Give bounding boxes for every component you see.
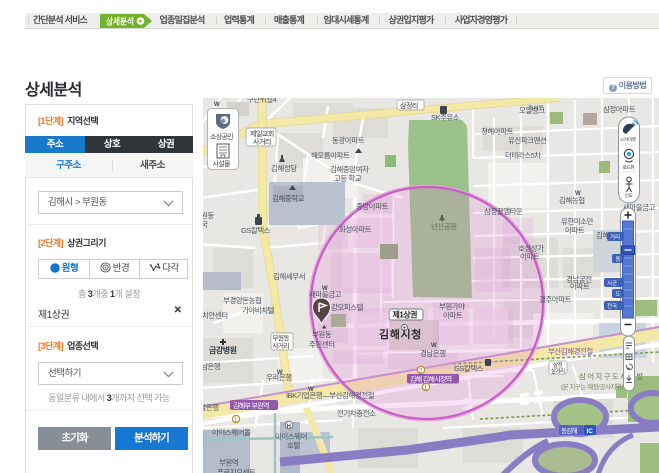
svg-text:W: W [322, 286, 328, 292]
svg-text:전기차충전소: 전기차충전소 [337, 408, 376, 418]
svg-text:H: H [287, 424, 291, 430]
svg-text:GS칼텍스: GS칼텍스 [454, 363, 484, 373]
svg-text:더테라스5차: 더테라스5차 [505, 151, 541, 160]
svg-text:아파트: 아파트 [570, 281, 590, 291]
svg-text:김해농협: 김해농협 [559, 195, 585, 205]
svg-text:푸르지오센트: 푸르지오센트 [217, 467, 256, 473]
svg-text:김해시청: 김해시청 [379, 327, 422, 341]
svg-text:넌산공원: 넌산공원 [431, 221, 457, 231]
svg-text:가야비치텔: 가야비치텔 [242, 305, 275, 315]
svg-text:SK주유소: SK주유소 [431, 113, 460, 122]
svg-text:사거리: 사거리 [273, 341, 290, 350]
svg-text:남은행: 남은행 [203, 361, 221, 371]
svg-text:김해 김해시청역: 김해 김해시청역 [410, 375, 452, 384]
svg-text:경남은행: 경남은행 [203, 402, 219, 412]
svg-text:부산김해경전철: 부산김해경전철 [548, 346, 593, 356]
svg-text:해오름아파트: 해오름아파트 [311, 150, 350, 160]
svg-text:도: 도 [616, 291, 621, 298]
svg-text:W: W [431, 343, 437, 349]
svg-text:주민센터: 주민센터 [309, 339, 335, 349]
svg-text:GS칼텍스: GS칼텍스 [241, 225, 271, 235]
svg-text:치안센터: 치안센터 [203, 310, 228, 320]
svg-text:부원동: 부원동 [312, 330, 332, 339]
svg-text:시설물: 시설물 [213, 160, 231, 168]
svg-text:삼정: 삼정 [553, 361, 563, 369]
svg-text:경남은행: 경남은행 [420, 348, 446, 358]
svg-text:삼정리: 삼정리 [400, 101, 418, 110]
svg-text:김해성당: 김해성당 [271, 163, 297, 173]
svg-text:부원동: 부원동 [273, 333, 290, 342]
svg-text:삼정꿀앰타운: 삼정꿀앰타운 [484, 206, 523, 216]
svg-text:원동: 원동 [203, 211, 214, 220]
svg-text:부원가야: 부원가야 [439, 301, 465, 311]
svg-text:(본 지구는 예정/공사지역으로: (본 지구는 예정/공사지역으로 [561, 382, 633, 391]
svg-text:삼정아파트: 삼정아파트 [603, 104, 636, 114]
svg-text:동: 동 [616, 256, 621, 263]
svg-text:W: W [575, 191, 581, 197]
svg-text:김해중앙여자: 김해중앙여자 [330, 164, 369, 174]
svg-text:상세분석: 상세분석 [106, 15, 134, 26]
svg-text:청해아파트: 청해아파트 [481, 126, 514, 136]
svg-text:아파트: 아파트 [565, 225, 585, 235]
svg-text:화성아파트: 화성아파트 [339, 224, 372, 234]
svg-text:제1상권: 제1상권 [393, 310, 418, 320]
svg-text:IC: IC [587, 428, 594, 435]
svg-text:W: W [277, 370, 283, 376]
svg-text:IBK기업은행—부산김해경전철: IBK기업은행—부산김해경전철 [286, 390, 375, 400]
svg-text:W: W [308, 387, 314, 393]
svg-text:고등 학교: 고등 학교 [334, 173, 362, 183]
svg-text:W: W [214, 102, 220, 108]
svg-text:제일교회: 제일교회 [250, 129, 274, 138]
svg-text:유한미소안: 유한미소안 [561, 216, 594, 226]
svg-text:부경양돈농협: 부경양돈농협 [223, 295, 261, 305]
svg-text:부원역: 부원역 [219, 457, 238, 467]
svg-text:김해중학교: 김해중학교 [272, 193, 305, 203]
svg-text:구단위길4: 구단위길4 [247, 98, 277, 104]
svg-text:김해세무서: 김해세무서 [273, 271, 305, 281]
svg-text:아이스웨어: 아이스웨어 [275, 431, 307, 441]
svg-text:스카이뷰: 스카이뷰 [620, 136, 637, 143]
svg-text:아이스웨어몰: 아이스웨어몰 [212, 427, 251, 437]
svg-text:동서로: 동서로 [528, 104, 544, 112]
svg-text:소상공인: 소상공인 [210, 132, 233, 141]
svg-text:인도: 인도 [625, 192, 634, 199]
svg-text:전국: 전국 [607, 302, 617, 310]
svg-text:사거리: 사거리 [253, 137, 271, 146]
svg-text:아파트: 아파트 [443, 310, 463, 320]
svg-text:금강병원: 금강병원 [209, 345, 237, 355]
svg-text:유신파크맨션: 유신파크맨션 [508, 135, 547, 145]
svg-text:국: 국 [203, 220, 208, 229]
svg-text:김해부 부원역: 김해부 부원역 [233, 401, 269, 410]
svg-text:시군: 시군 [607, 280, 617, 287]
svg-text:강오피스텔: 강오피스텔 [331, 302, 364, 312]
svg-text:경주아파트: 경주아파트 [539, 294, 572, 304]
svg-text:호텔: 호텔 [287, 441, 300, 450]
svg-text:로드뷰: 로드뷰 [623, 165, 636, 171]
svg-text:아파트: 아파트 [520, 251, 540, 261]
svg-text:삼거리: 삼거리 [551, 367, 565, 375]
svg-text:거리: 거리 [610, 233, 620, 241]
svg-text:동광아파트: 동광아파트 [332, 135, 365, 145]
svg-text:중앙아파트: 중앙아파트 [356, 201, 389, 211]
svg-text:동김해: 동김해 [561, 426, 578, 435]
